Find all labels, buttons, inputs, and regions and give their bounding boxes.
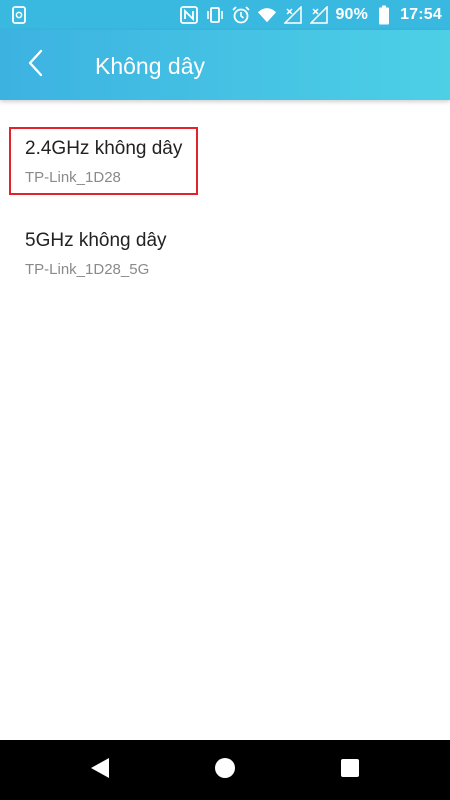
list-item-title: 5GHz không dây bbox=[25, 230, 167, 251]
home-circle-icon bbox=[214, 757, 236, 784]
nav-back-button[interactable] bbox=[80, 750, 120, 790]
battery-icon bbox=[374, 5, 394, 25]
page-title: Không dây bbox=[95, 53, 205, 79]
navigation-bar bbox=[0, 740, 450, 800]
signal-icon bbox=[283, 5, 303, 25]
signal-icon bbox=[309, 5, 329, 25]
wifi-icon bbox=[257, 5, 277, 25]
clock: 17:54 bbox=[400, 6, 442, 23]
list-item-subtitle: TP-Link_1D28 bbox=[25, 169, 121, 186]
battery-percent: 90% bbox=[335, 6, 369, 23]
vibrate-icon bbox=[205, 5, 225, 25]
app-bar: Không dây bbox=[0, 30, 450, 100]
list-item-subtitle: TP-Link_1D28_5G bbox=[25, 261, 150, 278]
nfc-icon bbox=[179, 5, 199, 25]
screenshot-icon bbox=[12, 6, 26, 24]
recents-square-icon bbox=[341, 758, 359, 782]
nav-home-button[interactable] bbox=[205, 750, 245, 790]
nav-recents-button[interactable] bbox=[330, 750, 370, 790]
status-icons: 90% 17:54 bbox=[179, 0, 442, 30]
back-triangle-icon bbox=[89, 756, 111, 785]
wireless-list: 2.4GHz không dây TP-Link_1D28 5GHz không… bbox=[0, 100, 450, 292]
list-item-5ghz[interactable]: 5GHz không dây TP-Link_1D28_5G bbox=[0, 196, 450, 292]
chevron-left-icon bbox=[26, 48, 46, 83]
screen: 90% 17:54 Không dây 2.4GHz không dây TP-… bbox=[0, 0, 450, 800]
status-bar: 90% 17:54 bbox=[0, 0, 450, 30]
alarm-icon bbox=[231, 5, 251, 25]
list-item-2-4ghz[interactable]: 2.4GHz không dây TP-Link_1D28 bbox=[0, 100, 450, 196]
back-button[interactable] bbox=[14, 43, 58, 87]
list-item-title: 2.4GHz không dây bbox=[25, 138, 183, 159]
